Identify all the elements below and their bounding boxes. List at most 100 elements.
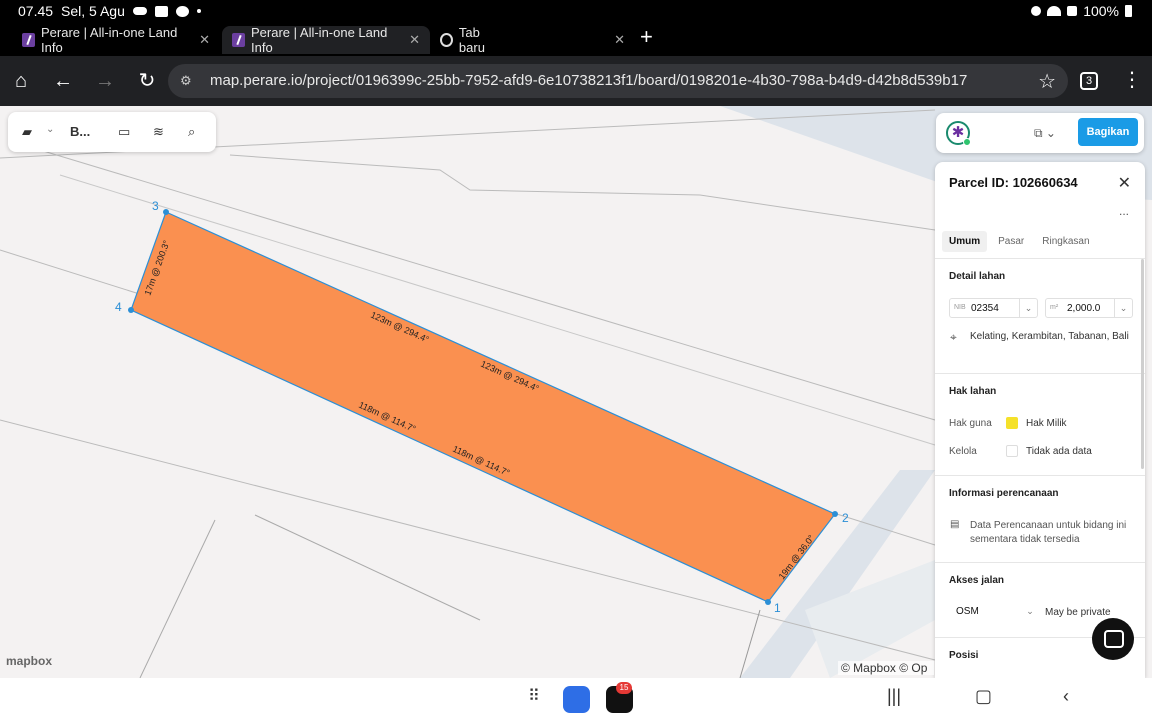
vertex-label-3: 3 bbox=[152, 199, 159, 213]
chevron-down-icon[interactable]: ⌄ bbox=[46, 124, 54, 135]
road-source-value: OSM bbox=[956, 606, 979, 617]
parcel-boundary-line bbox=[139, 519, 216, 678]
tab-pasar[interactable]: Pasar bbox=[991, 231, 1031, 252]
tab-title: Tab baru bbox=[458, 25, 485, 55]
chrome-icon bbox=[440, 33, 453, 47]
browser-tab-2[interactable]: Perare | All-in-one Land Info ✕ bbox=[222, 25, 430, 55]
section-heading: Detail lahan bbox=[949, 271, 1006, 282]
chevron-down-icon[interactable]: ⌄ bbox=[1019, 299, 1037, 317]
app-drawer-icon[interactable]: ⠿ bbox=[528, 686, 540, 706]
chat-button[interactable] bbox=[1092, 618, 1134, 660]
planning-message: Data Perencanaan untuk bidang ini sement… bbox=[970, 520, 1127, 545]
parcel-vertex-2[interactable] bbox=[832, 511, 838, 517]
app-shortcut-icon[interactable] bbox=[563, 686, 590, 713]
back-icon[interactable]: ← bbox=[50, 68, 76, 94]
layers-icon[interactable]: ≋ bbox=[153, 124, 164, 140]
basemap-selector[interactable]: B... bbox=[70, 124, 90, 139]
tab-ringkasan[interactable]: Ringkasan bbox=[1035, 231, 1096, 252]
area-prefix: m² bbox=[1050, 304, 1059, 311]
wifi-icon bbox=[1047, 6, 1062, 16]
search-icon[interactable]: ⌕ bbox=[188, 124, 195, 140]
cloud-icon bbox=[132, 7, 147, 15]
browser-tab-3[interactable]: Tab baru ✕ bbox=[430, 25, 635, 55]
status-date: Sel, 5 Agu bbox=[61, 3, 125, 19]
parcel-vertex-1[interactable] bbox=[765, 599, 771, 605]
notification-dot-icon bbox=[196, 9, 201, 13]
project-header: ✱ ⧉ ⌄ Bagikan bbox=[936, 113, 1144, 153]
rights-use-label: Hak guna bbox=[949, 418, 992, 429]
panel-title: Parcel ID: 102660634 bbox=[949, 175, 1078, 190]
nib-field[interactable]: NIB 02354 ⌄ bbox=[949, 298, 1038, 318]
area-value: 2,000.0 bbox=[1067, 303, 1101, 314]
close-icon[interactable]: ✕ bbox=[614, 32, 625, 48]
vertex-label-4: 4 bbox=[115, 300, 122, 314]
home-circle-icon[interactable]: ▢ bbox=[975, 686, 992, 707]
home-icon[interactable]: ⌂ bbox=[8, 68, 34, 94]
browser-tab-1[interactable]: Perare | All-in-one Land Info ✕ bbox=[12, 25, 220, 55]
parcel-vertex-3[interactable] bbox=[163, 209, 169, 215]
location-text: Kelating, Kerambitan, Tabanan, Bali bbox=[970, 331, 1129, 342]
facebook-icon bbox=[154, 5, 168, 17]
share-button[interactable]: Bagikan bbox=[1078, 118, 1138, 146]
more-menu-icon[interactable]: ⋮ bbox=[1122, 70, 1142, 90]
perare-favicon-icon bbox=[22, 33, 35, 47]
address-bar[interactable]: ⚙ map.perare.io/project/0196399c-25bb-79… bbox=[168, 64, 1068, 98]
more-options-icon[interactable]: ... bbox=[1119, 204, 1129, 218]
area-field[interactable]: m² 2,000.0 ⌄ bbox=[1045, 298, 1133, 318]
panel-tabs: Umum Pasar Ringkasan bbox=[942, 231, 1097, 252]
location-pin-icon: ⌖ bbox=[950, 330, 957, 344]
recent-apps-icon[interactable]: ||| bbox=[887, 686, 901, 707]
online-status-icon bbox=[963, 138, 971, 146]
perare-logo-icon[interactable]: ▰ bbox=[22, 124, 32, 140]
divider bbox=[935, 475, 1145, 476]
perare-favicon-icon bbox=[232, 33, 245, 47]
parcel-boundary-line bbox=[229, 154, 936, 231]
reload-icon[interactable]: ↻ bbox=[134, 68, 160, 94]
close-icon[interactable]: ✕ bbox=[409, 32, 420, 48]
divider bbox=[935, 373, 1145, 374]
close-icon[interactable]: ✕ bbox=[199, 32, 210, 48]
divider bbox=[935, 562, 1145, 563]
battery-icon bbox=[1125, 5, 1132, 17]
tab-title: Perare | All-in-one Land Info bbox=[41, 25, 178, 55]
status-time: 07.45 bbox=[18, 3, 54, 19]
parcel-boundary-line bbox=[254, 514, 481, 621]
avatar[interactable]: ✱ bbox=[946, 121, 971, 146]
mapbox-logo: mapbox bbox=[6, 654, 53, 668]
status-bar: 07.45 Sel, 5 Agu 100% bbox=[0, 0, 1152, 22]
bookmark-star-icon[interactable]: ☆ bbox=[1038, 69, 1056, 94]
section-heading: Akses jalan bbox=[949, 575, 1005, 586]
close-icon[interactable]: ✕ bbox=[1118, 173, 1131, 193]
back-nav-icon[interactable]: ‹ bbox=[1063, 686, 1069, 707]
road-note: May be private bbox=[1045, 607, 1111, 618]
system-nav-bar: ⠿ ||| ▢ ‹ bbox=[0, 678, 1152, 720]
url-text[interactable]: map.perare.io/project/0196399c-25bb-7952… bbox=[210, 72, 967, 89]
nib-value: 02354 bbox=[971, 303, 999, 314]
site-settings-icon[interactable]: ⚙ bbox=[180, 73, 196, 89]
rights-manage-value: Tidak ada data bbox=[1026, 446, 1092, 457]
section-heading: Hak lahan bbox=[949, 386, 997, 397]
chevron-down-icon[interactable]: ⌄ bbox=[1021, 602, 1039, 620]
panel-scrollbar[interactable] bbox=[1141, 259, 1144, 469]
map-attribution[interactable]: © Mapbox © Op bbox=[838, 661, 934, 675]
whatsapp-icon bbox=[175, 5, 189, 17]
map-toolbar: ▰ ⌄ B... ▭ ≋ ⌕ bbox=[8, 112, 216, 152]
battery-percent: 100% bbox=[1083, 3, 1119, 19]
tab-switcher-button[interactable]: 3 bbox=[1080, 72, 1098, 90]
rights-manage-label: Kelola bbox=[949, 446, 977, 457]
notification-badge: 15 bbox=[616, 682, 632, 694]
new-tab-icon[interactable]: + bbox=[640, 26, 653, 48]
tab-strip: Perare | All-in-one Land Info ✕ Perare |… bbox=[0, 22, 1152, 56]
section-heading: Informasi perencanaan bbox=[949, 488, 1059, 499]
section-heading: Posisi bbox=[949, 650, 979, 661]
road-source-select[interactable]: OSM ⌄ bbox=[949, 602, 1039, 622]
tab-umum[interactable]: Umum bbox=[942, 231, 988, 252]
layers-toggle-icon[interactable]: ⧉ ⌄ bbox=[1034, 126, 1056, 141]
book-icon[interactable]: ▭ bbox=[118, 124, 130, 140]
parcel-vertex-4[interactable] bbox=[128, 307, 134, 313]
rights-color-swatch bbox=[1006, 417, 1018, 429]
tab-title: Perare | All-in-one Land Info bbox=[251, 25, 388, 55]
chevron-down-icon[interactable]: ⌄ bbox=[1114, 299, 1132, 317]
forward-icon[interactable]: → bbox=[92, 68, 118, 94]
nib-prefix: NIB bbox=[954, 304, 966, 311]
